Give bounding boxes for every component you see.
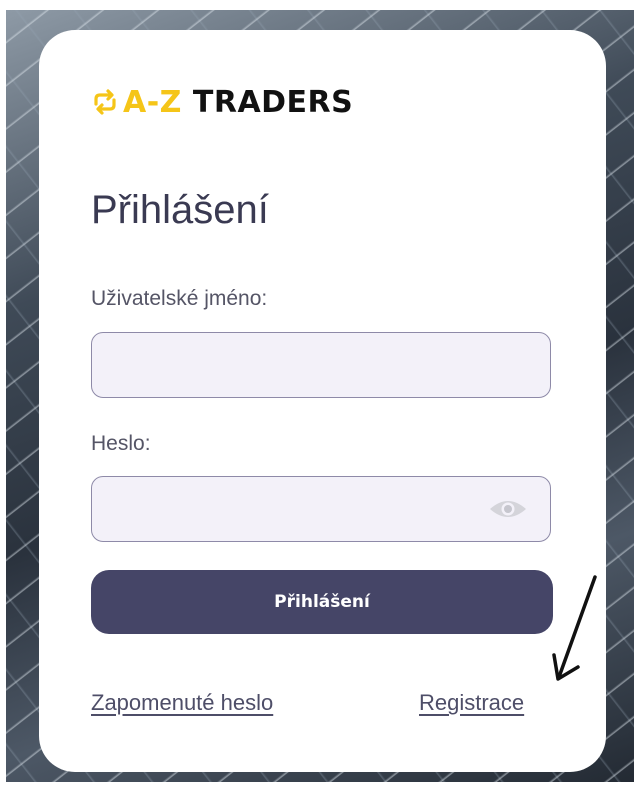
password-label: Heslo: (91, 432, 151, 455)
login-button[interactable]: Přihlášení (91, 570, 553, 634)
login-card: A-Z TRADERS Přihlášení Uživatelské jméno… (39, 30, 606, 772)
register-link[interactable]: Registrace (419, 690, 524, 716)
annotation-arrow-icon (552, 575, 597, 681)
brand-wordmark: TRADERS (192, 84, 354, 120)
username-field-wrapper (91, 332, 551, 398)
username-label: Uživatelské jméno: (91, 287, 268, 310)
password-field-wrapper (91, 476, 551, 542)
brand-logo: A-Z TRADERS (91, 84, 353, 120)
forgot-password-link[interactable]: Zapomenuté heslo (91, 690, 273, 716)
brand-mark: A-Z (123, 84, 182, 120)
password-input[interactable] (92, 477, 550, 541)
username-input[interactable] (92, 333, 550, 397)
refresh-arrows-icon (94, 89, 116, 115)
page-title: Přihlášení (91, 188, 269, 232)
eye-icon[interactable] (488, 497, 528, 521)
brand-name: A-Z TRADERS (123, 85, 353, 120)
